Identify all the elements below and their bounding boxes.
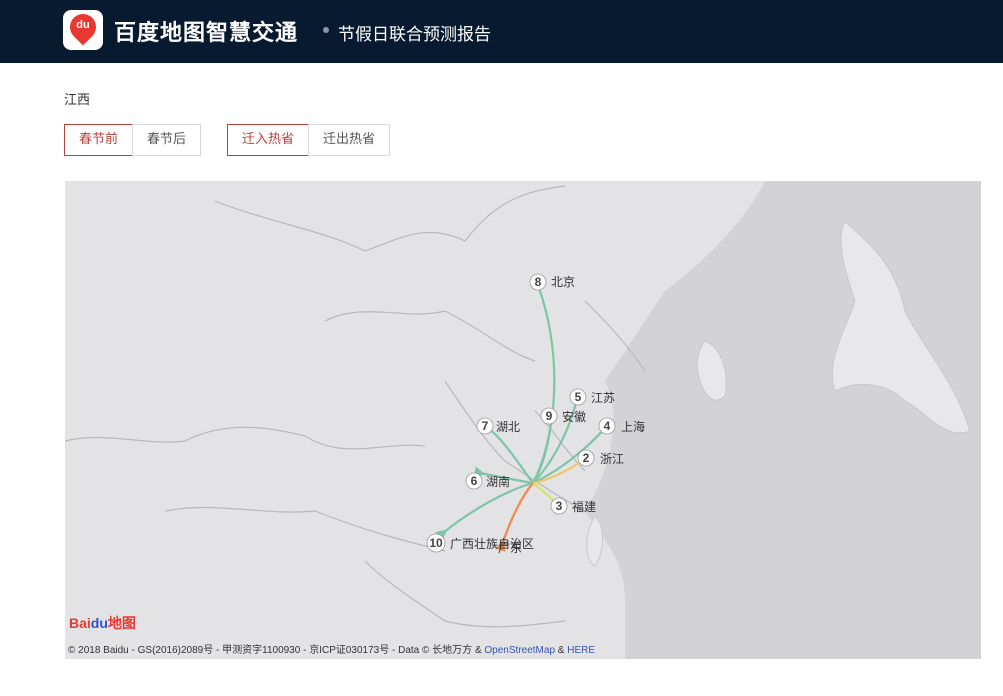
svg-text:广东: 广东	[498, 541, 522, 555]
svg-text:上海: 上海	[621, 419, 645, 434]
svg-text:安徽: 安徽	[562, 409, 586, 424]
svg-text:5: 5	[575, 390, 582, 404]
direction-toggle-group: 迁入热省 迁出热省	[227, 124, 391, 156]
baidu-map-logo-icon[interactable]: du	[63, 8, 103, 50]
tab-after-spring-festival[interactable]: 春节后	[132, 124, 202, 156]
tab-before-spring-festival[interactable]: 春节前	[64, 124, 134, 156]
place-marker-anhui[interactable]: 9 安徽	[540, 407, 586, 425]
svg-text:福建: 福建	[572, 499, 596, 514]
separator-dot	[323, 27, 329, 33]
svg-text:9: 9	[546, 409, 553, 423]
place-marker-fujian[interactable]: 3 福建	[550, 497, 596, 515]
svg-text:4: 4	[604, 419, 611, 433]
svg-text:江苏: 江苏	[591, 391, 615, 405]
map-copyright: © 2018 Baidu - GS(2016)2089号 - 甲测资字11009…	[68, 641, 595, 656]
copyright-amp: &	[555, 645, 568, 656]
copyright-text: © 2018 Baidu - GS(2016)2089号 - 甲测资字11009…	[68, 645, 485, 656]
openstreetmap-link[interactable]: OpenStreetMap	[484, 645, 555, 656]
tab-inbound-provinces[interactable]: 迁入热省	[227, 124, 310, 156]
place-marker-hunan[interactable]: 6 湖南	[465, 472, 510, 490]
svg-text:浙江: 浙江	[600, 452, 624, 466]
baidu-map-watermark-logo[interactable]: Baidu地图	[69, 613, 136, 633]
map-canvas[interactable]: 8 北京 5 江苏 9 安徽 7 湖北 4 上海 2 浙江 6 湖南 3 福建 …	[65, 181, 981, 659]
place-marker-zhejiang[interactable]: 2 浙江	[577, 449, 624, 467]
period-toggle-group: 春节前 春节后	[64, 124, 202, 156]
top-header-bar: du 百度地图智慧交通 节假日联合预测报告	[0, 0, 1003, 63]
svg-text:北京: 北京	[551, 275, 575, 289]
migration-map[interactable]: 8 北京 5 江苏 9 安徽 7 湖北 4 上海 2 浙江 6 湖南 3 福建 …	[65, 181, 981, 659]
here-link[interactable]: HERE	[567, 645, 595, 656]
place-marker-shanghai[interactable]: 4 上海	[598, 417, 645, 435]
svg-text:10: 10	[429, 536, 443, 550]
svg-text:3: 3	[556, 499, 563, 513]
logo-text: du	[76, 19, 90, 31]
svg-text:6: 6	[471, 474, 478, 488]
svg-text:湖北: 湖北	[496, 419, 520, 434]
place-marker-jiangsu[interactable]: 5 江苏	[569, 388, 615, 406]
svg-text:7: 7	[482, 419, 489, 433]
svg-text:湖南: 湖南	[486, 474, 510, 489]
brand-title: 百度地图智慧交通	[114, 21, 299, 46]
place-marker-guangdong[interactable]: 广东	[498, 541, 522, 555]
place-marker-hubei[interactable]: 7 湖北	[476, 417, 520, 435]
tab-outbound-provinces[interactable]: 迁出热省	[308, 124, 391, 156]
place-marker-beijing[interactable]: 8 北京	[529, 273, 575, 291]
svg-text:8: 8	[535, 275, 542, 289]
report-subtitle: 节假日联合预测报告	[338, 25, 491, 45]
svg-text:2: 2	[583, 451, 590, 465]
province-title: 江西	[64, 93, 91, 108]
